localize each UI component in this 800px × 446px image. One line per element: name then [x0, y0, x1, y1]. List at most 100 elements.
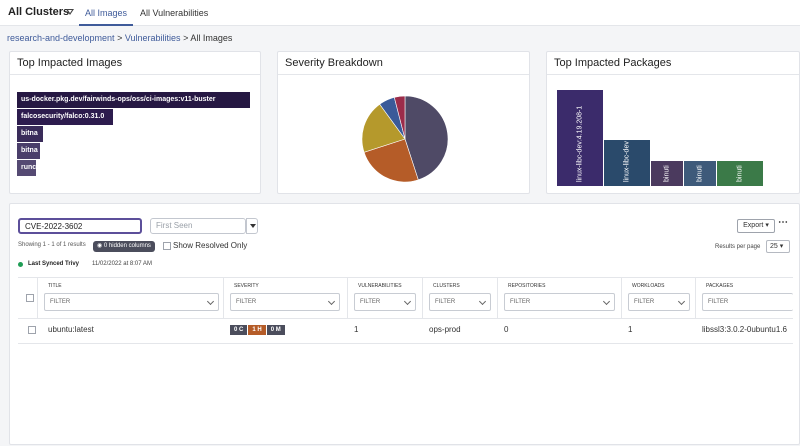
- column-header: Vulnerabilities: [358, 283, 402, 289]
- column-header: Workloads: [632, 283, 665, 289]
- column-severity: Severity FILTER: [224, 278, 348, 318]
- select-all-column: [18, 278, 38, 318]
- chevron-down-icon: [677, 297, 686, 306]
- show-resolved-checkbox[interactable]: [163, 242, 171, 250]
- header-divider: [18, 318, 793, 319]
- row-workloads: 1: [628, 325, 633, 334]
- tab-all-vulnerabilities[interactable]: All Vulnerabilities: [140, 0, 208, 26]
- top-impacted-packages-card: Top Impacted Packages linux-libc-dev:4.1…: [546, 51, 800, 194]
- images-table: Title FILTER Severity FILTER Vulnerabili…: [18, 277, 793, 446]
- packages-filter[interactable]: FILTER: [702, 293, 793, 311]
- vulnerabilities-filter[interactable]: FILTER: [354, 293, 416, 311]
- chevron-down-icon: [602, 297, 611, 306]
- image-bar[interactable]: bitna: [17, 143, 40, 159]
- top-impacted-images-card: Top Impacted Images us-docker.pkg.dev/fa…: [9, 51, 261, 194]
- column-header: Repositories: [508, 283, 546, 289]
- image-bar[interactable]: falcosecurity/falco:0.31.0: [17, 109, 113, 125]
- filter-funnel-icon[interactable]: [66, 9, 74, 15]
- image-bar[interactable]: us-docker.pkg.dev/fairwinds-ops/oss/ci-i…: [17, 92, 250, 108]
- results-count: Showing 1 - 1 of 1 results: [18, 242, 86, 248]
- package-bar[interactable]: binuti: [684, 161, 716, 186]
- clusters-filter[interactable]: FILTER: [429, 293, 491, 311]
- filter-placeholder: FILTER: [634, 299, 655, 305]
- row-checkbox[interactable]: [28, 326, 36, 334]
- divider: [547, 74, 799, 75]
- show-resolved-label: Show Resolved Only: [173, 241, 248, 250]
- first-seen-select[interactable]: First Seen: [150, 218, 246, 234]
- cluster-selector[interactable]: All Clusters: [8, 6, 69, 18]
- image-bar[interactable]: runc: [17, 160, 36, 176]
- package-bar[interactable]: binuti: [717, 161, 763, 186]
- package-bar-label: linux-libc-dev: [623, 141, 631, 182]
- row-packages: libssl3:3.0.2-0ubuntu1.6: [702, 325, 787, 334]
- top-nav: All Clusters All Images All Vulnerabilit…: [0, 0, 800, 26]
- severity-badge: 0 M: [266, 325, 286, 335]
- column-header: Clusters: [433, 283, 460, 289]
- breadcrumb-item-org[interactable]: research-and-development: [7, 33, 115, 43]
- workloads-filter[interactable]: FILTER: [628, 293, 690, 311]
- column-header: Severity: [234, 283, 259, 289]
- filter-placeholder: FILTER: [708, 299, 729, 305]
- last-synced-label: Last Synced Trivy: [28, 261, 80, 267]
- filter-placeholder: FILTER: [510, 299, 531, 305]
- column-packages: Packages FILTER: [696, 278, 793, 318]
- divider: [10, 74, 260, 75]
- column-header: Packages: [706, 283, 734, 289]
- chevron-down-icon: [206, 297, 215, 306]
- more-options-icon[interactable]: ⋯: [778, 217, 788, 228]
- severity-breakdown-card: Severity Breakdown: [277, 51, 530, 194]
- chevron-down-icon[interactable]: [246, 218, 258, 234]
- card-title: Severity Breakdown: [285, 57, 383, 69]
- chevron-down-icon: [327, 297, 336, 306]
- severity-badge: 0 C: [230, 325, 249, 335]
- filter-placeholder: FILTER: [50, 299, 71, 305]
- row-clusters: ops-prod: [429, 325, 461, 334]
- vulnerability-images-panel: CVE-2022-3602 First Seen Showing 1 - 1 o…: [9, 203, 800, 445]
- breadcrumb-item-current: All Images: [190, 33, 233, 43]
- results-per-page-select[interactable]: 25 ▾: [766, 240, 790, 253]
- package-bar[interactable]: binuti: [651, 161, 683, 186]
- package-bar-label: linux-libc-dev:4.19.208-1: [576, 105, 584, 182]
- severity-pie-chart: [361, 95, 449, 183]
- select-all-checkbox[interactable]: [26, 294, 34, 302]
- repositories-filter[interactable]: FILTER: [504, 293, 615, 311]
- breadcrumb-item-vulnerabilities[interactable]: Vulnerabilities: [125, 33, 181, 43]
- row-repositories: 0: [504, 325, 509, 334]
- row-title[interactable]: ubuntu:latest: [48, 325, 94, 334]
- column-repositories: Repositories FILTER: [498, 278, 622, 318]
- title-filter[interactable]: FILTER: [44, 293, 219, 311]
- image-bar[interactable]: bitna: [17, 126, 43, 142]
- package-bar-label: binuti: [696, 165, 704, 182]
- filter-placeholder: FILTER: [435, 299, 456, 305]
- cve-search-input[interactable]: CVE-2022-3602: [18, 218, 142, 234]
- package-bar-label: binuti: [736, 165, 744, 182]
- severity-badge: 1 H: [248, 325, 267, 335]
- package-bar[interactable]: linux-libc-dev: [604, 140, 650, 186]
- package-bar-label: binuti: [663, 165, 671, 182]
- breadcrumb: research-and-development > Vulnerabiliti…: [7, 33, 232, 43]
- column-header: Title: [48, 283, 62, 289]
- package-bar[interactable]: linux-libc-dev:4.19.208-1: [557, 90, 603, 186]
- column-workloads: Workloads FILTER: [622, 278, 696, 318]
- severity-filter[interactable]: FILTER: [230, 293, 340, 311]
- hidden-columns-button[interactable]: ◉ 0 hidden columns: [93, 241, 155, 252]
- tab-all-images[interactable]: All Images: [79, 0, 133, 26]
- breadcrumb-separator: >: [117, 33, 125, 43]
- eye-icon: ◉: [97, 243, 104, 249]
- column-vulnerabilities: Vulnerabilities FILTER: [348, 278, 423, 318]
- filter-placeholder: FILTER: [236, 299, 257, 305]
- export-button[interactable]: Export ▾: [737, 219, 775, 233]
- card-title: Top Impacted Packages: [554, 57, 672, 69]
- column-clusters: Clusters FILTER: [423, 278, 498, 318]
- sync-status-dot: [18, 262, 23, 267]
- column-title: Title FILTER: [38, 278, 224, 318]
- results-per-page-label: Results per page: [715, 244, 761, 250]
- row-divider: [18, 343, 793, 344]
- chevron-down-icon: [478, 297, 487, 306]
- chevron-down-icon: [403, 297, 412, 306]
- severity-badges: 0 C1 H0 M: [230, 325, 286, 335]
- row-vulnerabilities: 1: [354, 325, 359, 334]
- packages-bar-chart: linux-libc-dev:4.19.208-1 linux-libc-dev b…: [557, 90, 797, 186]
- last-synced-date: 11/02/2022 at 8:07 AM: [92, 261, 152, 267]
- hidden-columns-label: 0 hidden columns: [103, 243, 151, 249]
